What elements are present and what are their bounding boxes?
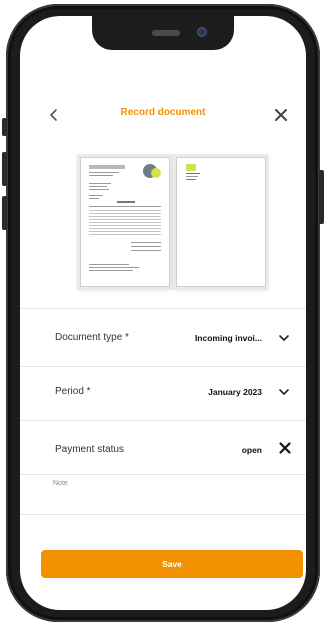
chevron-left-icon[interactable] — [44, 105, 64, 125]
speaker-grille — [152, 30, 180, 36]
payment-status-field[interactable]: Payment status open — [20, 426, 306, 476]
app-screen: Record document Document type * Incoming… — [20, 16, 306, 610]
row-divider — [20, 366, 306, 367]
row-divider — [20, 420, 306, 421]
front-camera — [197, 27, 207, 37]
period-select[interactable]: Period * January 2023 — [20, 368, 306, 418]
chevron-down-icon[interactable] — [276, 330, 292, 346]
save-button[interactable]: Save — [41, 550, 303, 578]
document-page-1-thumbnail[interactable] — [80, 157, 170, 287]
note-divider — [20, 514, 306, 515]
period-value: January 2023 — [208, 387, 262, 397]
phone-notch — [92, 16, 234, 50]
document-type-select[interactable]: Document type * Incoming invoi... — [20, 314, 306, 364]
chevron-down-icon[interactable] — [276, 384, 292, 400]
phone-mute-button — [2, 118, 7, 136]
note-row — [20, 474, 306, 514]
close-icon[interactable] — [270, 104, 292, 126]
screen-header: Record document — [20, 102, 306, 132]
payment-status-value: open — [241, 445, 262, 455]
phone-volume-up-button — [2, 152, 7, 186]
document-page-2-thumbnail[interactable] — [176, 157, 266, 287]
document-preview — [20, 144, 306, 308]
period-label: Period * — [55, 386, 91, 397]
phone-volume-down-button — [2, 196, 7, 230]
note-field[interactable] — [53, 480, 273, 487]
preview-divider — [20, 308, 306, 309]
stamp-mark — [186, 164, 196, 171]
clear-icon[interactable] — [276, 439, 294, 457]
document-type-label: Document type * — [55, 332, 129, 343]
document-type-value: Incoming invoi... — [194, 333, 262, 343]
phone-power-button — [319, 170, 324, 224]
payment-status-label: Payment status — [55, 444, 124, 455]
page-title: Record document — [120, 107, 206, 118]
